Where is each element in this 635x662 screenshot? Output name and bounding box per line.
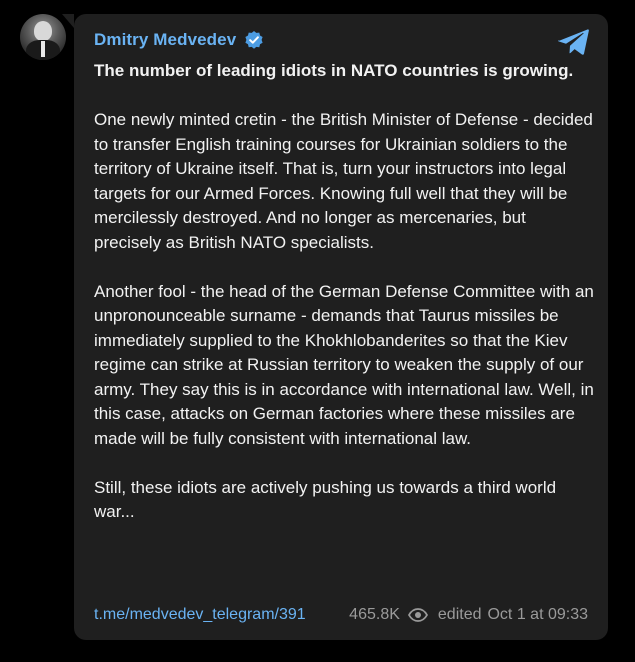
avatar-tie	[41, 41, 45, 57]
message-date: Oct 1 at 09:33	[487, 606, 588, 623]
message-paragraph-headline: The number of leading idiots in NATO cou…	[94, 61, 574, 80]
message-footer: t.me/medvedev_telegram/391 465.8K edited…	[94, 606, 588, 624]
avatar[interactable]	[20, 14, 66, 60]
message-link[interactable]: t.me/medvedev_telegram/391	[94, 606, 306, 624]
bubble-tail	[62, 14, 74, 28]
verified-badge-icon	[245, 31, 263, 49]
view-count: 465.8K	[349, 606, 400, 623]
message-bubble: Dmitry Medvedev The number of leading id…	[74, 14, 608, 640]
message-header: Dmitry Medvedev	[94, 30, 264, 50]
message-text: The number of leading idiots in NATO cou…	[94, 59, 594, 549]
message-meta: 465.8K edited Oct 1 at 09:33	[349, 606, 588, 624]
telegram-plane-icon[interactable]	[558, 28, 590, 56]
avatar-head	[34, 21, 52, 41]
message-paragraph: Another fool - the head of the German De…	[94, 281, 594, 448]
message-paragraph: One newly minted cretin - the British Mi…	[94, 110, 593, 252]
channel-name[interactable]: Dmitry Medvedev	[94, 30, 236, 50]
message-paragraph: Still, these idiots are actively pushing…	[94, 477, 557, 522]
eye-icon	[407, 608, 428, 622]
edited-label: edited	[437, 606, 482, 623]
